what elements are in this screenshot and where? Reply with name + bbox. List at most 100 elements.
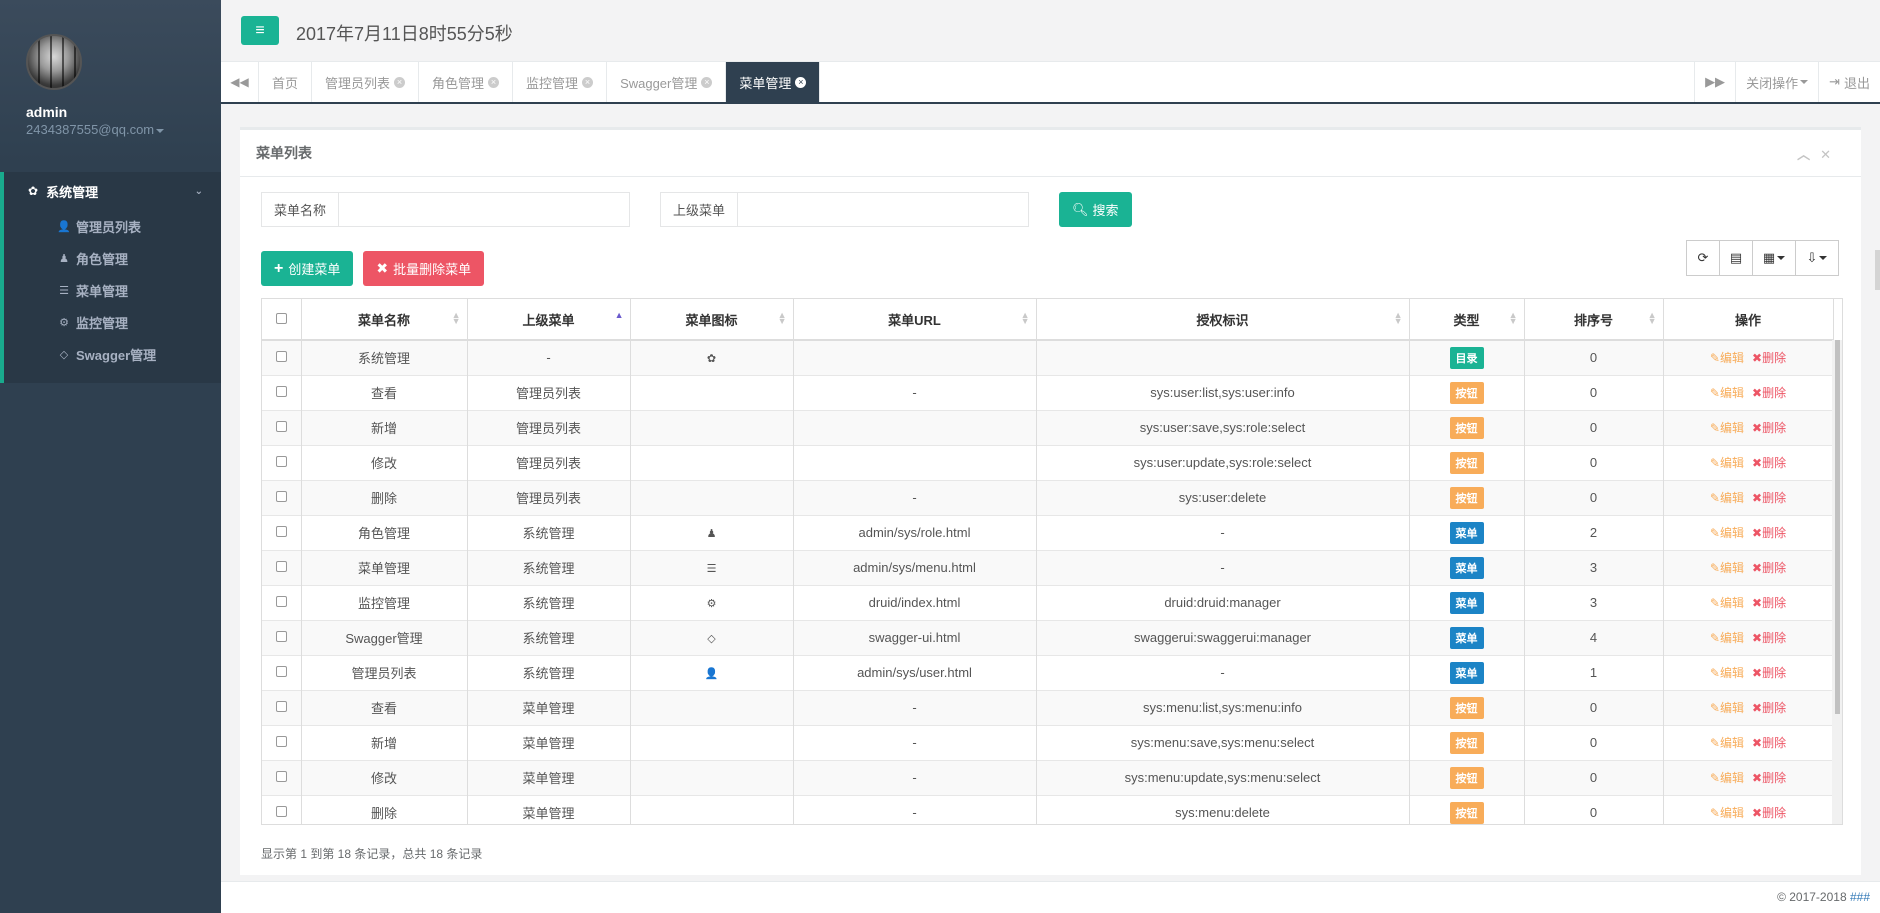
profile-email-dropdown[interactable]: 2434387555@qq.com xyxy=(26,122,221,137)
tab-monitor[interactable]: 监控管理 × xyxy=(513,62,608,102)
row-checkbox[interactable] xyxy=(275,526,287,537)
row-checkbox[interactable] xyxy=(275,666,287,677)
edit-button[interactable]: ✎编辑 xyxy=(1710,351,1744,365)
row-checkbox[interactable] xyxy=(275,806,287,818)
close-icon[interactable]: × xyxy=(394,76,406,88)
columns-dropdown[interactable]: ▦ xyxy=(1752,240,1796,276)
edit-button[interactable]: ✎编辑 xyxy=(1710,666,1744,680)
edit-button[interactable]: ✎编辑 xyxy=(1710,561,1744,575)
row-checkbox[interactable] xyxy=(275,456,287,467)
delete-button[interactable]: ✖删除 xyxy=(1752,771,1786,785)
column-header[interactable]: 授权标识 ▲ ▼ xyxy=(1036,299,1410,341)
row-checkbox[interactable] xyxy=(275,596,287,607)
table-row[interactable]: 查看 菜单管理 - sys:menu:list,sys:menu:info 按钮 0 ✎编辑… xyxy=(262,689,1834,725)
nav-group-header[interactable]: ✿ 系统管理 ⌄ xyxy=(4,172,221,210)
column-header[interactable]: 排序号 ▲ ▼ xyxy=(1524,299,1664,341)
close-icon[interactable]: × xyxy=(701,76,713,88)
table-row[interactable]: 新增 菜单管理 - sys:menu:save,sys:menu:select 按钮 0 ✎… xyxy=(262,724,1834,760)
parent-menu-input[interactable] xyxy=(738,193,1029,226)
delete-button[interactable]: ✖删除 xyxy=(1752,736,1786,750)
collapse-icon[interactable]: ︿ xyxy=(1797,147,1820,162)
delete-button[interactable]: ✖删除 xyxy=(1752,561,1786,575)
close-ops-dropdown[interactable]: 关闭操作 xyxy=(1735,62,1818,102)
column-header[interactable]: 菜单URL ▲ ▼ xyxy=(793,299,1037,341)
table-scrollbar[interactable] xyxy=(1832,340,1842,824)
edit-button[interactable]: ✎编辑 xyxy=(1710,421,1744,435)
delete-button[interactable]: ✖删除 xyxy=(1752,491,1786,505)
toggle-view-button[interactable]: ▤ xyxy=(1719,240,1753,276)
edit-button[interactable]: ✎编辑 xyxy=(1710,386,1744,400)
delete-button[interactable]: ✖删除 xyxy=(1752,631,1786,645)
delete-button[interactable]: ✖删除 xyxy=(1752,526,1786,540)
sidebar-toggle-button[interactable]: ≡ xyxy=(241,16,279,45)
menu-name-input[interactable] xyxy=(339,193,630,226)
table-row[interactable]: 系统管理 - ✿ 目录 0 ✎编辑 ✖删除 xyxy=(262,339,1834,375)
edit-button[interactable]: ✎编辑 xyxy=(1710,736,1744,750)
tab-swagger[interactable]: Swagger管理 × xyxy=(607,62,727,102)
column-header[interactable]: 菜单图标 ▲ ▼ xyxy=(630,299,794,341)
column-header[interactable]: 菜单名称 ▲ ▼ xyxy=(301,299,468,341)
edit-button[interactable]: ✎编辑 xyxy=(1710,596,1744,610)
logout-button[interactable]: ⇥ 退出 xyxy=(1818,62,1880,102)
delete-button[interactable]: ✖删除 xyxy=(1752,456,1786,470)
table-row[interactable]: Swagger管理 系统管理 ◇ swagger-ui.html swaggerui:s… xyxy=(262,619,1834,655)
table-row[interactable]: 删除 管理员列表 - sys:user:delete 按钮 0 ✎编辑 ✖删除 xyxy=(262,479,1834,515)
footer-link[interactable]: ### xyxy=(1850,890,1870,904)
row-checkbox[interactable] xyxy=(275,701,287,712)
row-checkbox[interactable] xyxy=(275,736,287,747)
close-icon[interactable]: × xyxy=(488,76,500,88)
tab-home[interactable]: 首页 xyxy=(259,62,313,102)
table-row[interactable]: 角色管理 系统管理 ♟ admin/sys/role.html - 菜单 2 ✎编辑 ✖删除 xyxy=(262,514,1834,550)
scrollbar-thumb[interactable] xyxy=(1835,340,1840,714)
row-checkbox[interactable] xyxy=(275,351,287,363)
table-row[interactable]: 新增 管理员列表 sys:user:save,sys:role:select 按钮 0 ✎… xyxy=(262,409,1834,445)
close-icon[interactable]: × xyxy=(795,76,807,88)
page-scrollbar[interactable] xyxy=(1875,250,1880,290)
delete-button[interactable]: ✖删除 xyxy=(1752,596,1786,610)
sidebar-item-monitor[interactable]: ⚙ 监控管理 xyxy=(4,306,221,338)
row-checkbox[interactable] xyxy=(275,386,287,397)
tab-admin-list[interactable]: 管理员列表 × xyxy=(312,62,420,102)
row-checkbox[interactable] xyxy=(275,561,287,572)
table-row[interactable]: 查看 管理员列表 - sys:user:list,sys:user:info 按钮 0 ✎编… xyxy=(262,374,1834,410)
row-checkbox[interactable] xyxy=(275,631,287,642)
tab-roles[interactable]: 角色管理 × xyxy=(419,62,514,102)
edit-button[interactable]: ✎编辑 xyxy=(1710,631,1744,645)
close-icon[interactable]: ✕ xyxy=(1820,147,1841,162)
edit-button[interactable]: ✎编辑 xyxy=(1710,771,1744,785)
edit-button[interactable]: ✎编辑 xyxy=(1710,701,1744,715)
create-menu-button[interactable]: + 创建菜单 xyxy=(261,251,354,286)
table-row[interactable]: 管理员列表 系统管理 👤 admin/sys/user.html - 菜单 1 ✎编辑 ✖删除 xyxy=(262,654,1834,690)
column-header[interactable]: 类型 ▲ ▼ xyxy=(1409,299,1525,341)
close-icon[interactable]: × xyxy=(582,76,594,88)
column-header[interactable]: 上级菜单 ▲ xyxy=(467,299,631,341)
row-checkbox[interactable] xyxy=(275,421,287,432)
table-row[interactable]: 修改 管理员列表 sys:user:update,sys:role:select 按钮… xyxy=(262,444,1834,480)
delete-button[interactable]: ✖删除 xyxy=(1752,806,1786,820)
table-row[interactable]: 删除 菜单管理 - sys:menu:delete 按钮 0 ✎编辑 ✖删除 xyxy=(262,794,1834,824)
delete-button[interactable]: ✖删除 xyxy=(1752,666,1786,680)
delete-button[interactable]: ✖删除 xyxy=(1752,386,1786,400)
tabs-scroll-left-button[interactable]: ◀◀ xyxy=(221,62,259,102)
row-checkbox[interactable] xyxy=(275,771,287,782)
delete-button[interactable]: ✖删除 xyxy=(1752,421,1786,435)
sidebar-item-menus[interactable]: ☰ 菜单管理 xyxy=(4,274,221,306)
table-row[interactable]: 修改 菜单管理 - sys:menu:update,sys:menu:select 按钮… xyxy=(262,759,1834,795)
avatar[interactable] xyxy=(26,34,82,90)
edit-button[interactable]: ✎编辑 xyxy=(1710,526,1744,540)
table-row[interactable]: 监控管理 系统管理 ⚙ druid/index.html druid:druid:man… xyxy=(262,584,1834,620)
sidebar-item-swagger[interactable]: ◇ Swagger管理 xyxy=(4,338,221,370)
tab-menus[interactable]: 菜单管理 × xyxy=(726,62,821,102)
edit-button[interactable]: ✎编辑 xyxy=(1710,491,1744,505)
select-all-checkbox[interactable] xyxy=(275,312,287,324)
table-row[interactable]: 菜单管理 系统管理 ☰ admin/sys/menu.html - 菜单 3 ✎编辑 ✖删除 xyxy=(262,549,1834,585)
row-checkbox[interactable] xyxy=(275,491,287,502)
export-dropdown[interactable]: ⇩ xyxy=(1795,240,1839,276)
sidebar-item-roles[interactable]: ♟ 角色管理 xyxy=(4,242,221,274)
search-button[interactable]: 🔍︎ 搜索 xyxy=(1059,192,1132,227)
refresh-button[interactable]: ⟳ xyxy=(1686,240,1720,276)
delete-button[interactable]: ✖删除 xyxy=(1752,351,1786,365)
delete-button[interactable]: ✖删除 xyxy=(1752,701,1786,715)
sidebar-item-admin-list[interactable]: 👤 管理员列表 xyxy=(4,210,221,242)
tabs-scroll-right-button[interactable]: ▶▶ xyxy=(1694,62,1735,102)
